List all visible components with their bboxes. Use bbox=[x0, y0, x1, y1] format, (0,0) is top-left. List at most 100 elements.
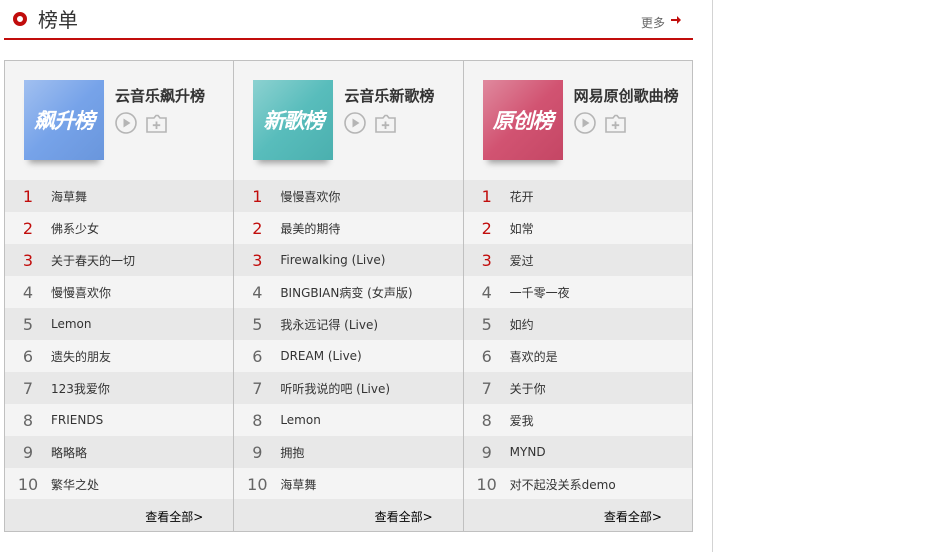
play-icon[interactable] bbox=[573, 112, 596, 134]
rank-number: 9 bbox=[252, 442, 263, 462]
song-row[interactable]: 8 FRIENDS bbox=[5, 404, 234, 436]
song-row[interactable]: 4 一千零一夜 bbox=[463, 276, 692, 308]
play-icon[interactable] bbox=[344, 112, 367, 134]
song-title[interactable]: BINGBIAN病变 (女声版) bbox=[280, 284, 412, 301]
song-title[interactable]: 最美的期待 bbox=[280, 220, 340, 237]
rank-number: 4 bbox=[481, 282, 492, 302]
song-row[interactable]: 3 关于春天的一切 bbox=[5, 244, 234, 276]
song-title[interactable]: MYND bbox=[510, 445, 546, 459]
chart-column: 新歌榜 云音乐新歌榜 1 慢慢喜欢你 2 最美的期待 3 Firewalking (Liv… bbox=[234, 61, 464, 531]
song-title[interactable]: 繁华之处 bbox=[51, 476, 99, 493]
song-row[interactable]: 6 DREAM (Live) bbox=[234, 340, 463, 372]
chart-cover[interactable]: 新歌榜 bbox=[253, 80, 334, 160]
rank-number: 9 bbox=[481, 442, 492, 462]
song-title[interactable]: FRIENDS bbox=[51, 413, 103, 427]
song-row[interactable]: 9 略略略 bbox=[5, 436, 234, 468]
song-row[interactable]: 1 花开 bbox=[463, 180, 692, 212]
rank-number: 4 bbox=[252, 282, 263, 302]
song-row[interactable]: 6 喜欢的是 bbox=[463, 340, 692, 372]
song-row[interactable]: 5 我永远记得 (Live) bbox=[234, 308, 463, 340]
chart-header: 飙升榜 云音乐飙升榜 bbox=[5, 61, 233, 180]
song-title[interactable]: 关于你 bbox=[510, 380, 546, 397]
song-title[interactable]: 慢慢喜欢你 bbox=[51, 284, 111, 301]
song-title[interactable]: 遗失的朋友 bbox=[51, 348, 111, 365]
song-row[interactable]: 3 爱过 bbox=[463, 244, 692, 276]
song-row[interactable]: 7 听听我说的吧 (Live) bbox=[234, 372, 463, 404]
chart-board: 飙升榜 云音乐飙升榜 1 海草舞 2 佛系少女 3 关于春天的一切 4 慢慢喜欢你 5 Lemon… bbox=[4, 60, 693, 532]
song-row[interactable]: 5 Lemon bbox=[5, 308, 234, 340]
see-all-link[interactable]: 查看全部> bbox=[145, 508, 203, 525]
song-row[interactable]: 9 MYND bbox=[463, 436, 692, 468]
song-row[interactable]: 2 最美的期待 bbox=[234, 212, 463, 244]
chart-header: 原创榜 网易原创歌曲榜 bbox=[464, 61, 692, 180]
cover-title: 新歌榜 bbox=[263, 108, 324, 133]
see-all-link[interactable]: 查看全部> bbox=[604, 508, 662, 525]
song-title[interactable]: 一千零一夜 bbox=[510, 284, 570, 301]
song-title[interactable]: 花开 bbox=[510, 188, 534, 205]
chart-cover[interactable]: 飙升榜 bbox=[24, 80, 104, 160]
chart-header: 新歌榜 云音乐新歌榜 bbox=[234, 61, 462, 180]
song-row[interactable]: 1 海草舞 bbox=[5, 180, 234, 212]
song-title[interactable]: 佛系少女 bbox=[51, 220, 99, 237]
more-link[interactable]: 更多 bbox=[641, 14, 665, 31]
song-title[interactable]: 海草舞 bbox=[51, 188, 87, 205]
song-row[interactable]: 5 如约 bbox=[463, 308, 692, 340]
chart-cover[interactable]: 原创榜 bbox=[482, 80, 563, 160]
song-title[interactable]: Lemon bbox=[280, 413, 321, 427]
song-row[interactable]: 9 拥抱 bbox=[234, 436, 463, 468]
rank-number: 8 bbox=[22, 410, 34, 430]
rank-number: 5 bbox=[481, 314, 492, 334]
song-row[interactable]: 7 关于你 bbox=[463, 372, 692, 404]
song-row[interactable]: 6 遗失的朋友 bbox=[5, 340, 234, 372]
rank-number: 5 bbox=[252, 314, 263, 334]
rank-number: 10 bbox=[247, 474, 268, 494]
song-title[interactable]: 听听我说的吧 (Live) bbox=[280, 380, 390, 397]
song-title[interactable]: 关于春天的一切 bbox=[51, 252, 135, 269]
song-title[interactable]: 拥抱 bbox=[280, 444, 304, 461]
song-row[interactable]: 7 123我爱你 bbox=[5, 372, 234, 404]
rank-number: 1 bbox=[481, 186, 492, 206]
song-row[interactable]: 8 爱我 bbox=[463, 404, 692, 436]
song-row[interactable]: 10 对不起没关系demo bbox=[463, 468, 692, 500]
song-title[interactable]: 如常 bbox=[510, 220, 534, 237]
song-title[interactable]: 慢慢喜欢你 bbox=[280, 188, 340, 205]
song-title[interactable]: 喜欢的是 bbox=[510, 348, 558, 365]
song-row[interactable]: 2 佛系少女 bbox=[5, 212, 234, 244]
song-title[interactable]: 爱我 bbox=[510, 412, 534, 429]
rank-number: 6 bbox=[252, 346, 263, 366]
song-row[interactable]: 3 Firewalking (Live) bbox=[234, 244, 463, 276]
song-row[interactable]: 8 Lemon bbox=[234, 404, 463, 436]
chart-title[interactable]: 网易原创歌曲榜 bbox=[574, 85, 679, 106]
rank-number: 6 bbox=[22, 346, 34, 366]
song-title[interactable]: DREAM (Live) bbox=[280, 349, 361, 363]
rank-number: 1 bbox=[252, 186, 263, 206]
song-title[interactable]: 对不起没关系demo bbox=[510, 476, 616, 493]
song-title[interactable]: Firewalking (Live) bbox=[280, 253, 385, 267]
song-title[interactable]: Lemon bbox=[51, 317, 92, 331]
song-title[interactable]: 如约 bbox=[510, 316, 534, 333]
chart-title[interactable]: 云音乐新歌榜 bbox=[344, 85, 434, 106]
arrow-right-icon[interactable] bbox=[671, 14, 681, 26]
song-title[interactable]: 爱过 bbox=[510, 252, 534, 269]
add-to-playlist-icon[interactable] bbox=[604, 114, 626, 133]
song-title[interactable]: 略略略 bbox=[51, 444, 87, 461]
chart-title[interactable]: 云音乐飙升榜 bbox=[115, 85, 205, 106]
circle-bullet-icon bbox=[13, 12, 27, 26]
cover-title: 原创榜 bbox=[492, 108, 554, 133]
song-row[interactable]: 10 海草舞 bbox=[234, 468, 463, 500]
song-row[interactable]: 4 慢慢喜欢你 bbox=[5, 276, 234, 308]
song-title[interactable]: 海草舞 bbox=[280, 476, 316, 493]
song-title[interactable]: 123我爱你 bbox=[51, 380, 110, 397]
song-row[interactable]: 1 慢慢喜欢你 bbox=[234, 180, 463, 212]
rank-number: 2 bbox=[481, 218, 492, 238]
chart-column: 飙升榜 云音乐飙升榜 1 海草舞 2 佛系少女 3 关于春天的一切 4 慢慢喜欢你 5 Lemon… bbox=[5, 61, 235, 531]
song-row[interactable]: 10 繁华之处 bbox=[5, 468, 234, 500]
add-to-playlist-icon[interactable] bbox=[375, 114, 397, 133]
chart-footer: 查看全部> bbox=[234, 499, 463, 531]
song-title[interactable]: 我永远记得 (Live) bbox=[280, 316, 378, 333]
song-row[interactable]: 2 如常 bbox=[463, 212, 692, 244]
song-row[interactable]: 4 BINGBIAN病变 (女声版) bbox=[234, 276, 463, 308]
add-to-playlist-icon[interactable] bbox=[146, 114, 167, 133]
play-icon[interactable] bbox=[115, 112, 137, 134]
see-all-link[interactable]: 查看全部> bbox=[375, 508, 433, 525]
